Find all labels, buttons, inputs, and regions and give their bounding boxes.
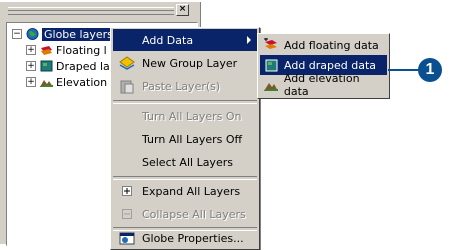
expand-toggle-icon[interactable]: +: [26, 77, 36, 87]
menu-item-add-data[interactable]: Add Data: [113, 29, 257, 51]
tree-node-elevation-layers[interactable]: + Elevation: [26, 75, 107, 89]
tree-node-label: Elevation: [56, 75, 108, 89]
menu-item-new-group-layer[interactable]: New Group Layer: [113, 52, 257, 74]
menu-item-collapse-all-layers[interactable]: Collapse All Layers: [113, 203, 257, 225]
expand-toggle-icon[interactable]: +: [26, 61, 36, 71]
paste-icon: [117, 78, 137, 94]
tree-node-label: Floating l: [56, 43, 107, 57]
tree-node-globe-layers[interactable]: − Globe layers: [12, 27, 115, 41]
panel-close-button[interactable]: ×: [176, 4, 189, 16]
menu-item-select-all-layers[interactable]: Select All Layers: [113, 151, 257, 173]
collapse-icon: [117, 206, 137, 222]
submenu-item-add-elevation-data[interactable]: Add elevation data: [260, 72, 387, 98]
add-floating-data-icon: [262, 37, 280, 53]
globe-icon: [26, 28, 39, 40]
expand-toggle-icon[interactable]: +: [26, 45, 36, 55]
submenu-item-add-floating-data[interactable]: Add floating data: [260, 35, 387, 55]
collapse-toggle-icon[interactable]: −: [12, 29, 22, 39]
elevation-layer-icon: [40, 80, 53, 87]
add-data-submenu: Add floating data Add draped data Add el…: [257, 33, 390, 99]
blank-icon: [117, 32, 137, 48]
context-menu: Add Data New Group Layer Paste Layer(s) …: [110, 27, 260, 250]
tree-node-label: Draped la: [56, 59, 110, 73]
tree-node-label: Globe layers: [42, 27, 115, 41]
panel-grip[interactable]: [8, 7, 174, 15]
floating-layer-icon: [41, 46, 52, 55]
add-draped-data-icon: [262, 57, 280, 73]
submenu-arrow-icon: [247, 36, 251, 44]
menu-item-expand-all-layers[interactable]: Expand All Layers: [113, 180, 257, 202]
menu-item-turn-all-layers-off[interactable]: Turn All Layers Off: [113, 128, 257, 150]
menu-separator: [113, 100, 257, 104]
add-elevation-data-icon: [262, 77, 280, 93]
tree-node-draped-layers[interactable]: + Draped la: [26, 59, 110, 73]
menu-item-globe-properties[interactable]: Globe Properties...: [113, 229, 257, 247]
tree-node-floating-layers[interactable]: + Floating l: [26, 43, 107, 57]
properties-icon: [117, 230, 137, 246]
expand-icon: [117, 183, 137, 199]
draped-layer-icon: [40, 60, 53, 72]
menu-item-paste-layers[interactable]: Paste Layer(s): [113, 75, 257, 97]
callout-step-badge: 1: [418, 58, 442, 82]
new-group-layer-icon: [117, 55, 137, 71]
menu-item-turn-all-layers-on[interactable]: Turn All Layers On: [113, 105, 257, 127]
